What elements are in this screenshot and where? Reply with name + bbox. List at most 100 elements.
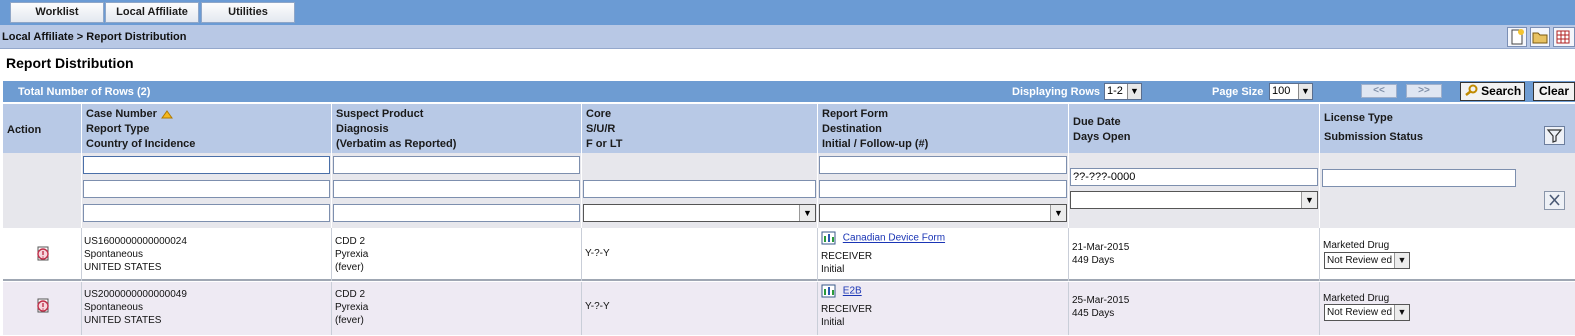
initial-followup-filter-select[interactable]: ▼ xyxy=(819,204,1067,222)
header-initial-followup-label: Initial / Follow-up (#) xyxy=(822,138,929,150)
column-header-due[interactable]: Due Date Days Open xyxy=(1069,104,1320,153)
core-cell: Y-?-Y xyxy=(582,228,818,281)
due-date-filter-input[interactable]: ??-???-0000 xyxy=(1070,168,1318,186)
destination-filter-input[interactable] xyxy=(819,180,1067,198)
grid-toolbar: Total Number of Rows (2) Displaying Rows… xyxy=(3,81,1575,102)
report-type: Spontaneous xyxy=(84,302,143,313)
header-country-label: Country of Incidence xyxy=(86,138,196,150)
clear-filter-icon[interactable] xyxy=(1544,191,1565,210)
page-size-select[interactable]: 100 ▼ xyxy=(1269,83,1313,100)
case-number-filter-input[interactable] xyxy=(83,156,330,174)
report-form-link[interactable]: Canadian Device Form xyxy=(843,233,945,244)
submission-status-select[interactable]: Not Review ed ▼ xyxy=(1324,252,1410,269)
header-diagnosis-label: Diagnosis xyxy=(336,123,389,135)
product-cell: CDD 2 Pyrexia (fever) xyxy=(332,228,582,281)
license-type: Marketed Drug xyxy=(1323,293,1390,304)
header-verbatim-label: (Verbatim as Reported) xyxy=(336,138,457,150)
table-row[interactable]: US2000000000000049 Spontaneous UNITED ST… xyxy=(3,282,1575,335)
submission-status-select[interactable]: Not Review ed ▼ xyxy=(1324,304,1410,321)
due-date: 25-Mar-2015 xyxy=(1072,295,1130,306)
column-header-action: Action xyxy=(3,104,82,153)
action-cell xyxy=(3,228,82,281)
case-cell: US2000000000000049 Spontaneous UNITED ST… xyxy=(82,282,332,335)
report-type: Spontaneous xyxy=(84,249,143,260)
search-button[interactable]: Search xyxy=(1460,82,1525,101)
core-value: Y-?-Y xyxy=(585,301,610,312)
license-type: Marketed Drug xyxy=(1323,240,1390,251)
submission-status-value: Not Review ed xyxy=(1327,307,1393,318)
report-cell: E2B RECEIVER Initial xyxy=(818,282,1069,335)
case-number: US1600000000000024 xyxy=(84,236,187,247)
header-f-or-lt-label: F or LT xyxy=(586,138,623,150)
header-sur-label: S/U/R xyxy=(586,123,616,135)
report-form-link[interactable]: E2B xyxy=(843,286,862,297)
filter-cell-action xyxy=(3,153,82,228)
header-action-label: Action xyxy=(7,124,42,136)
tab-local-affiliate[interactable]: Local Affiliate xyxy=(105,2,199,23)
displaying-rows-label: Displaying Rows xyxy=(1012,86,1101,98)
report-form-filter-input[interactable] xyxy=(819,156,1067,174)
sur-filter-input[interactable] xyxy=(583,180,816,198)
diagnosis-filter-input[interactable] xyxy=(333,180,580,198)
header-destination-label: Destination xyxy=(822,123,882,135)
page-size-value: 100 xyxy=(1272,85,1291,97)
column-header-report[interactable]: Report Form Destination Initial / Follow… xyxy=(818,104,1069,153)
page-title: Report Distribution xyxy=(6,55,134,71)
suspect-product: CDD 2 xyxy=(335,236,366,247)
header-suspect-product-label: Suspect Product xyxy=(336,108,424,120)
view-report-icon[interactable] xyxy=(34,245,52,263)
header-license-type-label: License Type xyxy=(1324,112,1393,124)
column-header-product[interactable]: Suspect Product Diagnosis (Verbatim as R… xyxy=(332,104,582,153)
suspect-product: CDD 2 xyxy=(335,289,366,300)
case-number: US2000000000000049 xyxy=(84,289,187,300)
clear-button[interactable]: Clear xyxy=(1533,82,1575,101)
verbatim: (fever) xyxy=(335,262,364,273)
verbatim-filter-input[interactable] xyxy=(333,204,580,222)
displaying-rows-select[interactable]: 1-2 ▼ xyxy=(1104,83,1142,100)
diagnosis: Pyrexia xyxy=(335,249,369,260)
chevron-down-icon: ▼ xyxy=(799,205,815,221)
breadcrumb-bar: Local Affiliate > Report Distribution xyxy=(0,25,1575,49)
table-row[interactable]: US1600000000000024 Spontaneous UNITED ST… xyxy=(3,228,1575,281)
initial-followup: Initial xyxy=(821,317,845,328)
total-rows-label: Total Number of Rows (2) xyxy=(18,86,151,98)
open-folder-icon[interactable] xyxy=(1530,27,1550,47)
filter-cell-license xyxy=(1320,153,1575,228)
license-cell: Marketed Drug Not Review ed ▼ xyxy=(1320,228,1575,281)
days-open-filter-select[interactable]: ▼ xyxy=(1070,191,1318,209)
top-navigation-bar: Worklist Local Affiliate Utilities xyxy=(0,0,1575,25)
previous-page-button[interactable]: << xyxy=(1361,84,1397,98)
license-cell: Marketed Drug Not Review ed ▼ xyxy=(1320,282,1575,335)
search-button-label: Search xyxy=(1481,84,1522,98)
tab-worklist[interactable]: Worklist xyxy=(10,2,104,23)
view-report-icon[interactable] xyxy=(34,297,52,315)
days-open: 445 Days xyxy=(1072,308,1115,319)
initial-followup: Initial xyxy=(821,264,845,275)
country-filter-input[interactable] xyxy=(83,204,330,222)
chevron-down-icon: ▼ xyxy=(1394,253,1409,268)
filter-cell-core: ▼ xyxy=(582,153,818,228)
sort-ascending-icon xyxy=(161,110,173,119)
country: UNITED STATES xyxy=(84,262,162,273)
header-report-type-label: Report Type xyxy=(86,123,150,135)
column-header-case[interactable]: Case Number Report Type Country of Incid… xyxy=(82,104,332,153)
due-cell: 25-Mar-2015 445 Days xyxy=(1069,282,1320,335)
chevron-down-icon: ▼ xyxy=(1127,84,1141,99)
header-submission-status-label: Submission Status xyxy=(1324,131,1424,143)
f-or-lt-filter-select[interactable]: ▼ xyxy=(583,204,816,222)
column-header-license[interactable]: License Type Submission Status xyxy=(1320,104,1575,153)
filter-cell-case xyxy=(82,153,332,228)
report-type-filter-input[interactable] xyxy=(83,180,330,198)
license-type-filter-input[interactable] xyxy=(1322,169,1516,187)
country: UNITED STATES xyxy=(84,315,162,326)
due-date: 21-Mar-2015 xyxy=(1072,242,1130,253)
filter-icon[interactable] xyxy=(1544,126,1565,145)
column-header-core[interactable]: Core S/U/R F or LT xyxy=(582,104,818,153)
new-document-icon[interactable] xyxy=(1507,27,1527,47)
next-page-button[interactable]: >> xyxy=(1406,84,1442,98)
header-days-open-label: Days Open xyxy=(1073,131,1131,143)
spreadsheet-icon[interactable] xyxy=(1553,27,1575,47)
action-cell xyxy=(3,282,82,335)
tab-utilities[interactable]: Utilities xyxy=(201,2,295,23)
suspect-product-filter-input[interactable] xyxy=(333,156,580,174)
